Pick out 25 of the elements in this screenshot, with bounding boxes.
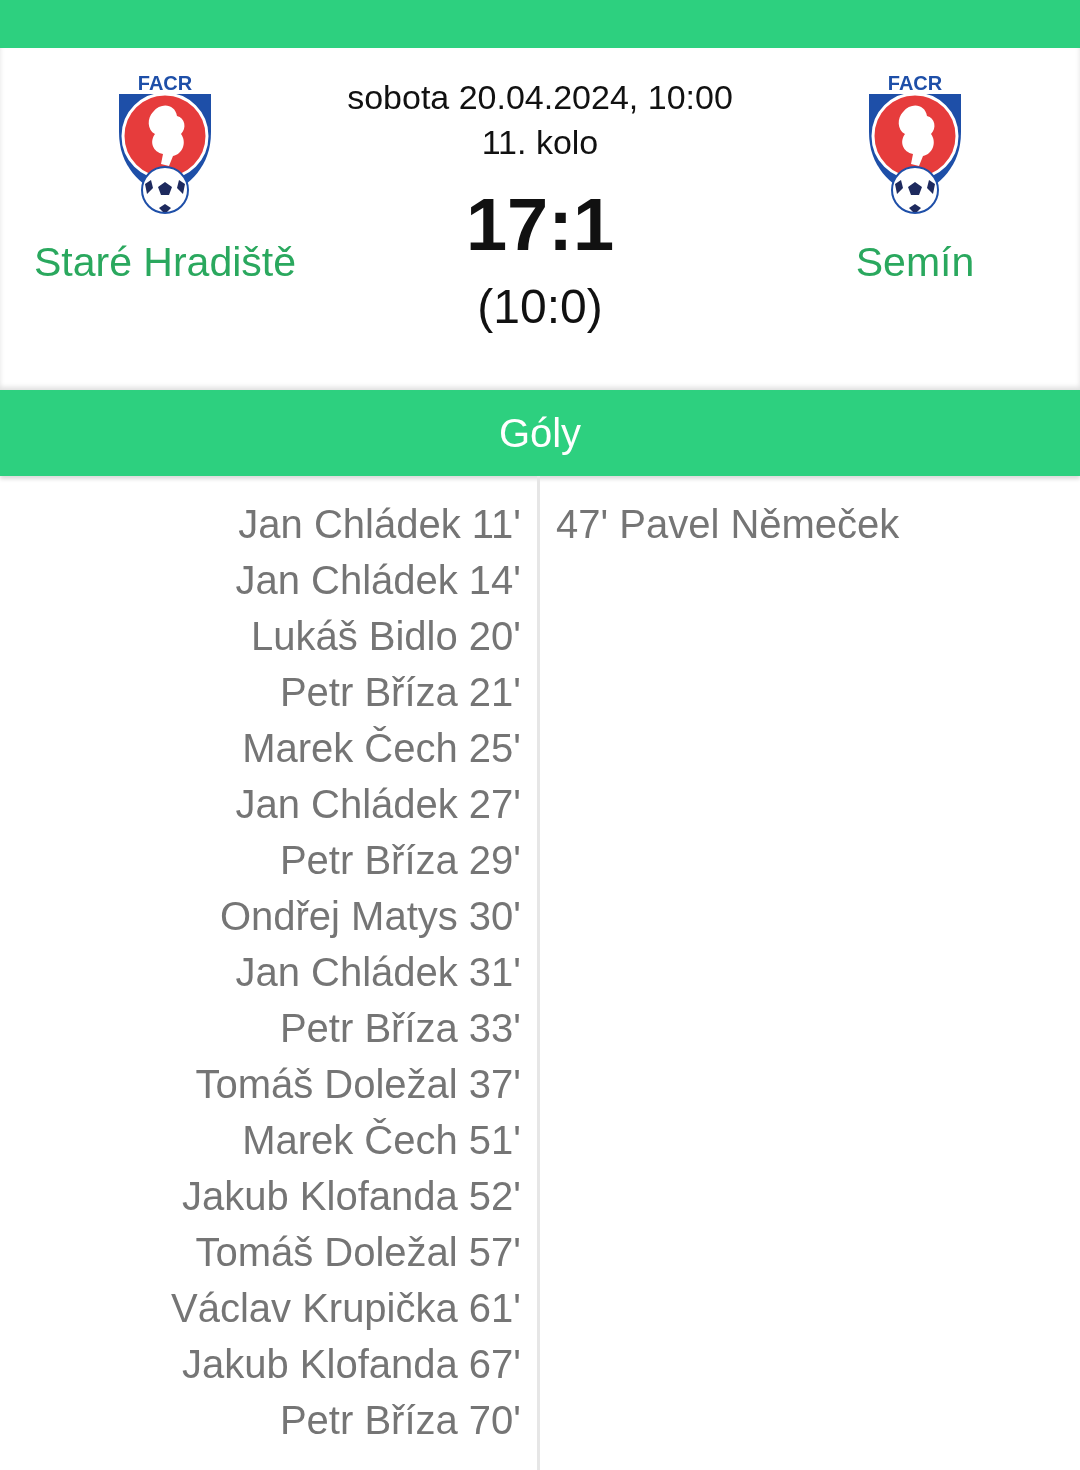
goal-entry: Petr Bříza 33'	[278, 1005, 521, 1052]
goal-entry: Petr Bříza 21'	[278, 669, 521, 716]
team-name[interactable]: Semín	[855, 240, 975, 286]
goal-entry: Jan Chládek 31'	[234, 949, 521, 996]
round-label: 11. kolo	[481, 122, 599, 163]
team-name[interactable]: Staré Hradiště	[33, 240, 297, 286]
goal-entry: Jakub Klofanda 67'	[181, 1341, 521, 1388]
final-score: 17:1	[465, 184, 615, 266]
goal-entry: Ondřej Matys 30'	[218, 893, 521, 940]
goal-entry: Tomáš Doležal 37'	[194, 1061, 521, 1108]
goal-entry: Lukáš Bidlo 20'	[249, 613, 521, 660]
goal-entry: Petr Bříza 70'	[278, 1397, 521, 1444]
match-date: sobota 20.04.2024, 10:00	[347, 77, 733, 118]
goal-entry: Marek Čech 25'	[241, 725, 521, 772]
goal-entry: Tomáš Doležal 57'	[194, 1229, 521, 1276]
goal-entry: 47' Pavel Němeček	[556, 501, 900, 548]
goal-entry: Petr Bříza 29'	[278, 837, 521, 884]
goal-entry: Marek Čech 51'	[241, 1117, 521, 1164]
goal-entry: Václav Krupička 61'	[169, 1285, 521, 1332]
goal-entry: Jan Chládek 27'	[234, 781, 521, 828]
goal-entry: Jakub Klofanda 52'	[181, 1173, 521, 1220]
goal-entry: Jan Chládek 11'	[237, 501, 521, 548]
halftime-score: (10:0)	[477, 281, 603, 335]
section-header: Góly	[0, 390, 1080, 476]
goal-entry: Jan Chládek 14'	[234, 557, 521, 604]
